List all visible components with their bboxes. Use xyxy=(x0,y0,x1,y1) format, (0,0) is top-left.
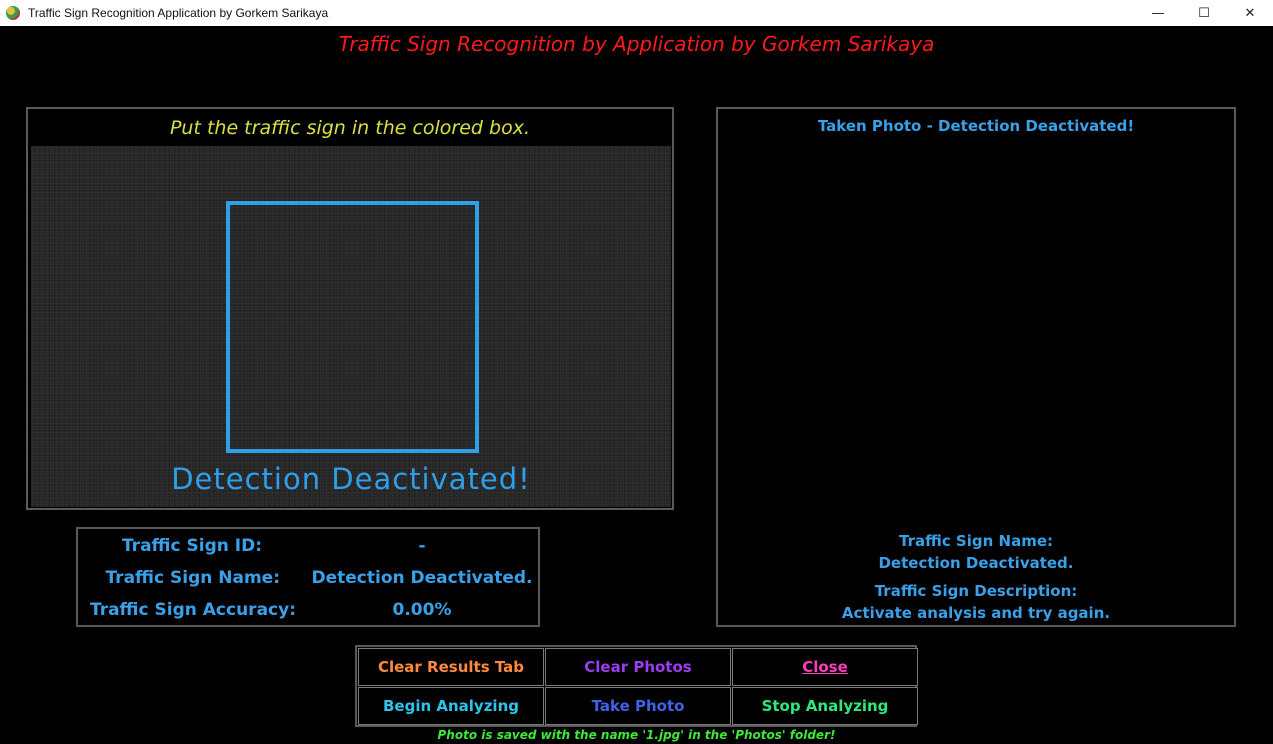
sign-id-value: - xyxy=(418,536,426,556)
camera-caption: Put the traffic sign in the colored box. xyxy=(169,117,531,139)
sign-accuracy-value: 0.00% xyxy=(392,600,452,620)
clear-photos-button[interactable]: Clear Photos xyxy=(545,648,731,686)
photo-sign-name-value: Detection Deactivated. xyxy=(878,554,1074,572)
clear-results-button[interactable]: Clear Results Tab xyxy=(358,648,544,686)
window-controls: — ☐ ✕ xyxy=(1135,0,1273,26)
close-window-icon[interactable]: ✕ xyxy=(1227,0,1273,26)
footer-note: Photo is saved with the name '1.jpg' in … xyxy=(437,728,836,742)
photo-sign-desc-value: Activate analysis and try again. xyxy=(841,604,1111,622)
sign-name-label: Traffic Sign Name: xyxy=(105,568,280,588)
app-icon xyxy=(6,6,20,20)
window-title: Traffic Sign Recognition Application by … xyxy=(28,6,329,20)
sign-accuracy-label: Traffic Sign Accuracy: xyxy=(89,600,296,620)
camera-feed: Detection Deactivated! xyxy=(31,146,671,507)
results-table: Traffic Sign ID: - Traffic Sign Name: De… xyxy=(76,527,540,627)
sign-id-row: Traffic Sign ID: - xyxy=(78,536,538,564)
begin-analyzing-button[interactable]: Begin Analyzing xyxy=(358,687,544,725)
button-grid: Clear Results Tab Clear Photos Close Beg… xyxy=(355,645,918,727)
camera-panel: Put the traffic sign in the colored box.… xyxy=(26,107,674,510)
photo-sign-desc-label: Traffic Sign Description: xyxy=(874,582,1078,600)
camera-status-text: Detection Deactivated! xyxy=(171,462,531,496)
app-heading: Traffic Sign Recognition by Application … xyxy=(338,32,935,56)
stop-analyzing-button[interactable]: Stop Analyzing xyxy=(732,687,918,725)
sign-accuracy-row: Traffic Sign Accuracy: 0.00% xyxy=(78,600,538,628)
sign-name-value: Detection Deactivated. xyxy=(311,568,533,588)
photo-sign-name-label: Traffic Sign Name: xyxy=(898,532,1053,550)
window-titlebar: Traffic Sign Recognition Application by … xyxy=(0,0,1273,26)
minimize-icon[interactable]: — xyxy=(1135,0,1181,26)
take-photo-button[interactable]: Take Photo xyxy=(545,687,731,725)
target-box xyxy=(226,201,479,453)
sign-id-label: Traffic Sign ID: xyxy=(121,536,262,556)
taken-photo-title: Taken Photo - Detection Deactivated! xyxy=(817,117,1135,135)
taken-photo-panel: Taken Photo - Detection Deactivated! Tra… xyxy=(716,107,1236,627)
close-button[interactable]: Close xyxy=(732,648,918,686)
sign-name-row: Traffic Sign Name: Detection Deactivated… xyxy=(78,568,538,596)
maximize-icon[interactable]: ☐ xyxy=(1181,0,1227,26)
